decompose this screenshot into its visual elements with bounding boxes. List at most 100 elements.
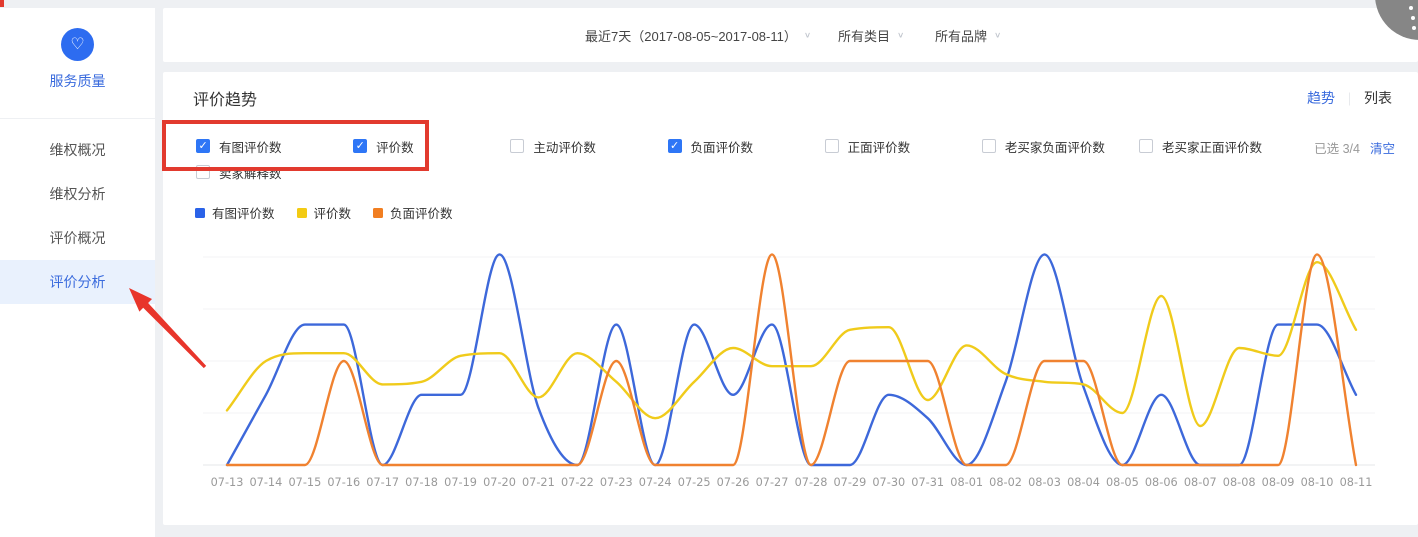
chevron-down-icon: ∨ (897, 31, 904, 40)
checkbox-checked-icon[interactable] (668, 139, 682, 153)
legend-swatch (297, 208, 307, 218)
tab-trend[interactable]: 趋势 (1307, 88, 1335, 108)
panel-title: 评价趋势 (193, 86, 257, 110)
x-axis-label: 08-03 (1028, 476, 1061, 489)
sidebar-item-0[interactable]: 维权概况 (0, 128, 155, 172)
x-axis-label: 07-31 (911, 476, 944, 489)
date-range-value: 最近7天（2017-08-05~2017-08-11） (585, 26, 797, 45)
metric-checkbox-1-4[interactable]: 正面评价数 (825, 138, 911, 154)
x-axis-label: 07-23 (600, 476, 633, 489)
heart-icon: ♡ (61, 28, 94, 61)
x-axis-label: 07-18 (405, 476, 438, 489)
checkbox-unchecked-icon[interactable] (1139, 139, 1153, 153)
checkbox-label: 正面评价数 (848, 137, 911, 156)
sidebar-item-1[interactable]: 维权分析 (0, 172, 155, 216)
checkbox-unchecked-icon[interactable] (825, 139, 839, 153)
checkbox-label: 卖家解释数 (219, 163, 282, 182)
x-axis-label: 08-07 (1184, 476, 1217, 489)
brand-value: 所有品牌 (935, 26, 987, 45)
x-axis-label: 08-06 (1145, 476, 1178, 489)
legend-label: 负面评价数 (390, 203, 453, 222)
x-axis-label: 08-10 (1301, 476, 1334, 489)
checkbox-unchecked-icon[interactable] (982, 139, 996, 153)
legend-label: 有图评价数 (212, 203, 275, 222)
selected-count: 已选 3/4 (1314, 138, 1360, 157)
metric-checkbox-1-1[interactable]: 评价数 (353, 138, 414, 154)
x-axis-label: 08-09 (1262, 476, 1295, 489)
review-trend-panel: 评价趋势 趋势 ｜ 列表 有图评价数评价数主动评价数负面评价数正面评价数老买家负… (163, 72, 1418, 525)
series-line-2 (227, 254, 1356, 465)
dot-icon (1412, 26, 1416, 30)
category-filter[interactable]: 所有类目 ∨ (838, 8, 904, 62)
x-axis-label: 07-24 (639, 476, 672, 489)
legend-item-1[interactable]: 评价数 (297, 203, 352, 222)
metric-checkbox-1-0[interactable]: 有图评价数 (196, 138, 282, 154)
clear-selection-link[interactable]: 清空 (1370, 138, 1395, 157)
tab-list[interactable]: 列表 (1364, 88, 1392, 108)
x-axis-label: 07-15 (288, 476, 321, 489)
x-axis-label: 08-11 (1340, 476, 1373, 489)
checkbox-unchecked-icon[interactable] (196, 165, 210, 179)
x-axis-label: 07-19 (444, 476, 477, 489)
x-axis-label: 07-29 (833, 476, 866, 489)
x-axis-label: 08-08 (1223, 476, 1256, 489)
filter-bar: 最近7天（2017-08-05~2017-08-11） ∨ 所有类目 ∨ 所有品… (163, 8, 1418, 62)
x-axis-label: 07-13 (211, 476, 244, 489)
trend-chart: 07-13 07-14 07-15 07-16 07-17 07-18 07-19 07-20… (165, 240, 1416, 495)
toggle-divider: ｜ (1343, 89, 1356, 108)
chevron-down-icon: ∨ (994, 31, 1001, 40)
chart-legend: 有图评价数 评价数 负面评价数 (195, 203, 475, 222)
metric-checkbox-2-0[interactable]: 卖家解释数 (196, 164, 282, 180)
x-axis-label: 07-21 (522, 476, 555, 489)
x-axis-label: 07-22 (561, 476, 594, 489)
checkbox-label: 主动评价数 (533, 137, 596, 156)
sidebar-item-3[interactable]: 评价分析 (0, 260, 155, 304)
checkbox-label: 负面评价数 (691, 137, 754, 156)
x-axis-label: 08-05 (1106, 476, 1139, 489)
legend-item-2[interactable]: 负面评价数 (373, 203, 453, 222)
view-toggle: 趋势 ｜ 列表 (1307, 88, 1392, 108)
sidebar-item-2[interactable]: 评价概况 (0, 216, 155, 260)
metric-checkbox-1-2[interactable]: 主动评价数 (510, 138, 596, 154)
legend-item-0[interactable]: 有图评价数 (195, 203, 275, 222)
x-axis-label: 07-20 (483, 476, 516, 489)
metric-checkbox-1-3[interactable]: 负面评价数 (668, 138, 754, 154)
x-axis-label: 07-30 (872, 476, 905, 489)
checkbox-label: 评价数 (376, 137, 414, 156)
checkbox-checked-icon[interactable] (196, 139, 210, 153)
legend-swatch (373, 208, 383, 218)
selection-summary: 已选 3/4 清空 (1314, 138, 1395, 157)
checkbox-checked-icon[interactable] (353, 139, 367, 153)
x-axis-label: 07-25 (678, 476, 711, 489)
category-value: 所有类目 (838, 26, 890, 45)
x-axis-label: 07-14 (249, 476, 282, 489)
x-axis-label: 07-28 (795, 476, 828, 489)
dot-icon (1411, 16, 1415, 20)
sidebar-menu: 维权概况维权分析评价概况评价分析 (0, 128, 155, 304)
checkbox-label: 老买家负面评价数 (1005, 137, 1105, 156)
legend-label: 评价数 (314, 203, 352, 222)
sidebar-divider (0, 118, 155, 119)
x-axis-label: 07-27 (756, 476, 789, 489)
x-axis-label: 08-04 (1067, 476, 1100, 489)
x-axis-label: 08-02 (989, 476, 1022, 489)
checkbox-unchecked-icon[interactable] (510, 139, 524, 153)
x-axis-label: 07-17 (366, 476, 399, 489)
x-axis-label: 08-01 (950, 476, 983, 489)
metric-checkbox-1-6[interactable]: 老买家正面评价数 (1139, 138, 1262, 154)
app-logo: ♡ 服务质量 (0, 28, 155, 91)
checkbox-label: 老买家正面评价数 (1162, 137, 1262, 156)
x-axis-label: 07-16 (327, 476, 360, 489)
x-axis-label: 07-26 (717, 476, 750, 489)
chevron-down-icon: ∨ (804, 31, 811, 40)
date-range-filter[interactable]: 最近7天（2017-08-05~2017-08-11） ∨ (585, 8, 811, 62)
annotation-corner-mark (0, 0, 4, 7)
checkbox-label: 有图评价数 (219, 137, 282, 156)
app-title: 服务质量 (0, 71, 155, 91)
metric-checkbox-1-5[interactable]: 老买家负面评价数 (982, 138, 1105, 154)
series-line-1 (227, 262, 1356, 426)
dot-icon (1409, 6, 1413, 10)
legend-swatch (195, 208, 205, 218)
line-chart-canvas: 07-13 07-14 07-15 07-16 07-17 07-18 07-19 07-20… (165, 240, 1416, 495)
brand-filter[interactable]: 所有品牌 ∨ (935, 8, 1001, 62)
